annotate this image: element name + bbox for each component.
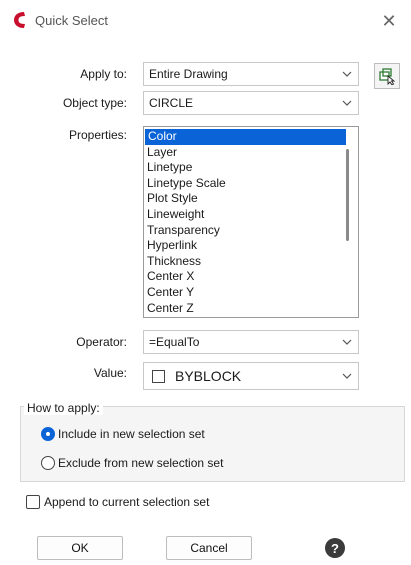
chevron-down-icon <box>342 71 352 77</box>
list-item[interactable]: Thickness <box>144 254 358 270</box>
properties-label: Properties: <box>68 128 127 142</box>
how-to-apply-title: How to apply: <box>24 401 103 415</box>
operator-dropdown[interactable]: =EqualTo <box>143 330 359 354</box>
chevron-down-icon <box>342 100 352 106</box>
list-item[interactable]: Linetype <box>144 160 358 176</box>
select-objects-icon <box>379 68 396 85</box>
chevron-down-icon <box>342 373 352 379</box>
ok-button[interactable]: OK <box>37 536 123 560</box>
help-icon: ? <box>331 540 339 556</box>
operator-value: =EqualTo <box>149 335 200 349</box>
object-type-value: CIRCLE <box>149 96 194 110</box>
list-item[interactable]: Center Z <box>144 301 358 317</box>
chevron-down-icon <box>342 339 352 345</box>
app-logo-icon <box>14 12 25 28</box>
apply-to-value: Entire Drawing <box>149 67 228 81</box>
list-item[interactable]: Color <box>145 129 346 145</box>
quick-select-dialog: Quick Select ✕ Apply to: Entire Drawing … <box>0 0 411 565</box>
list-item[interactable]: Transparency <box>144 223 358 239</box>
append-checkbox[interactable] <box>26 495 40 509</box>
append-label: Append to current selection set <box>44 495 210 509</box>
list-item[interactable]: Layer <box>144 145 358 161</box>
list-item[interactable]: Center X <box>144 269 358 285</box>
help-button[interactable]: ? <box>325 538 345 558</box>
exclude-radio-label: Exclude from new selection set <box>58 456 224 470</box>
include-radio[interactable] <box>41 427 55 441</box>
list-item[interactable]: Center Y <box>144 285 358 301</box>
list-item[interactable]: Lineweight <box>144 207 358 223</box>
properties-scrollbar[interactable] <box>346 149 349 241</box>
list-item[interactable]: Hyperlink <box>144 238 358 254</box>
window-title: Quick Select <box>35 13 108 28</box>
exclude-radio-option[interactable]: Exclude from new selection set <box>41 456 223 470</box>
ok-button-label: OK <box>71 541 89 555</box>
select-objects-button[interactable] <box>374 63 400 89</box>
list-item[interactable]: Linetype Scale <box>144 176 358 192</box>
cancel-button-label: Cancel <box>190 541 228 555</box>
include-radio-label: Include in new selection set <box>58 427 205 441</box>
append-option[interactable]: Append to current selection set <box>26 495 209 509</box>
close-button[interactable]: ✕ <box>374 6 404 36</box>
close-icon: ✕ <box>381 10 397 31</box>
title-bar: Quick Select ✕ <box>0 0 411 42</box>
value-dropdown[interactable]: BYBLOCK <box>143 362 359 390</box>
color-swatch <box>152 369 165 383</box>
object-type-label: Object type: <box>62 96 127 110</box>
operator-label: Operator: <box>76 335 127 349</box>
apply-to-label: Apply to: <box>80 67 127 81</box>
value-text: BYBLOCK <box>175 368 242 384</box>
include-radio-option[interactable]: Include in new selection set <box>41 427 205 441</box>
how-to-apply-group <box>20 406 405 482</box>
properties-list[interactable]: Color Layer Linetype Linetype Scale Plot… <box>143 126 359 318</box>
exclude-radio[interactable] <box>41 456 55 470</box>
cancel-button[interactable]: Cancel <box>166 536 252 560</box>
value-label: Value: <box>93 366 127 380</box>
list-item[interactable]: Plot Style <box>144 191 358 207</box>
apply-to-dropdown[interactable]: Entire Drawing <box>143 62 359 86</box>
object-type-dropdown[interactable]: CIRCLE <box>143 91 359 115</box>
